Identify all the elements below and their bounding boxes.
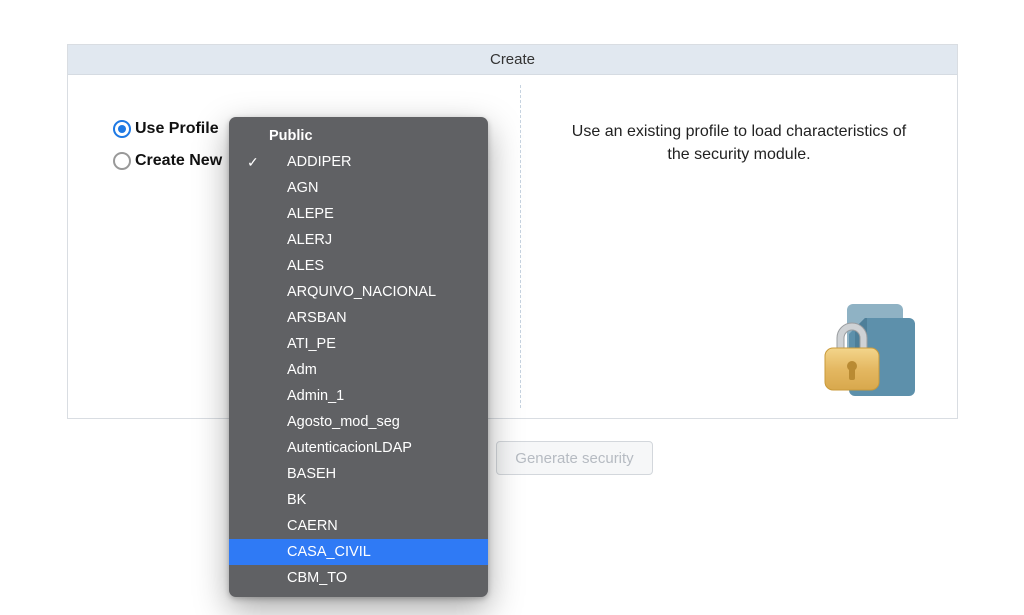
dropdown-option-label: BASEH [287,466,336,482]
profile-dropdown-menu[interactable]: Public ✓ ADDIPER AGN ALEPE ALERJ ALES ARQUIVO_… [229,117,488,597]
dropdown-option[interactable]: AGN [229,175,488,201]
generate-security-button[interactable]: Generate security [496,441,652,475]
dropdown-option-label: BK [287,492,306,508]
dropdown-heading: Public [229,123,488,149]
dropdown-option-label: ARQUIVO_NACIONAL [287,284,436,300]
dropdown-option[interactable]: CBM_TO [229,565,488,591]
dropdown-option-label: AGN [287,180,318,196]
create-panel: Create Use Profile Create New Use an exi… [67,44,958,419]
dropdown-option-label: CBM_TO [287,570,347,586]
radio-use-profile-label: Use Profile [135,120,219,138]
dropdown-option-label: ADDIPER [287,154,351,170]
dropdown-option-label: ARSBAN [287,310,347,326]
dropdown-option-label: ALEPE [287,206,334,222]
check-icon: ✓ [247,152,259,172]
dropdown-option[interactable]: Admin_1 [229,383,488,409]
dropdown-option[interactable]: ARQUIVO_NACIONAL [229,279,488,305]
radio-icon-unselected [113,152,131,170]
right-column: Use an existing profile to load characte… [521,75,957,418]
dropdown-option-label: CASA_CIVIL [287,544,371,560]
dropdown-option-label: Admin_1 [287,388,344,404]
dropdown-option[interactable]: ARSBAN [229,305,488,331]
dropdown-option[interactable]: ALERJ [229,227,488,253]
dropdown-option[interactable]: AutenticacionLDAP [229,435,488,461]
dropdown-option-label: Adm [287,362,317,378]
radio-create-new-label: Create New [135,152,222,170]
dropdown-option[interactable]: ✓ ADDIPER [229,149,488,175]
dropdown-option-label: ALERJ [287,232,332,248]
dropdown-option[interactable]: BK [229,487,488,513]
panel-body: Use Profile Create New Use an existing p… [68,75,957,418]
dropdown-option[interactable]: Adm [229,357,488,383]
dropdown-option[interactable]: ALES [229,253,488,279]
dropdown-option-label: Agosto_mod_seg [287,414,400,430]
dropdown-option-label: ALES [287,258,324,274]
dropdown-option-label: AutenticacionLDAP [287,440,412,456]
description-text: Use an existing profile to load characte… [561,120,917,166]
radio-icon-selected [113,120,131,138]
dropdown-option[interactable]: BASEH [229,461,488,487]
dropdown-option[interactable]: CAERN [229,513,488,539]
dropdown-option[interactable]: Agosto_mod_seg [229,409,488,435]
dropdown-option[interactable]: ATI_PE [229,331,488,357]
panel-title: Create [68,45,957,75]
dropdown-option[interactable]: ALEPE [229,201,488,227]
security-folder-lock-icon [807,288,927,408]
dropdown-option[interactable]: CASA_CIVIL [229,539,488,565]
button-row: Back Generate security [67,435,958,481]
dropdown-option-label: ATI_PE [287,336,336,352]
dropdown-option-label: CAERN [287,518,338,534]
